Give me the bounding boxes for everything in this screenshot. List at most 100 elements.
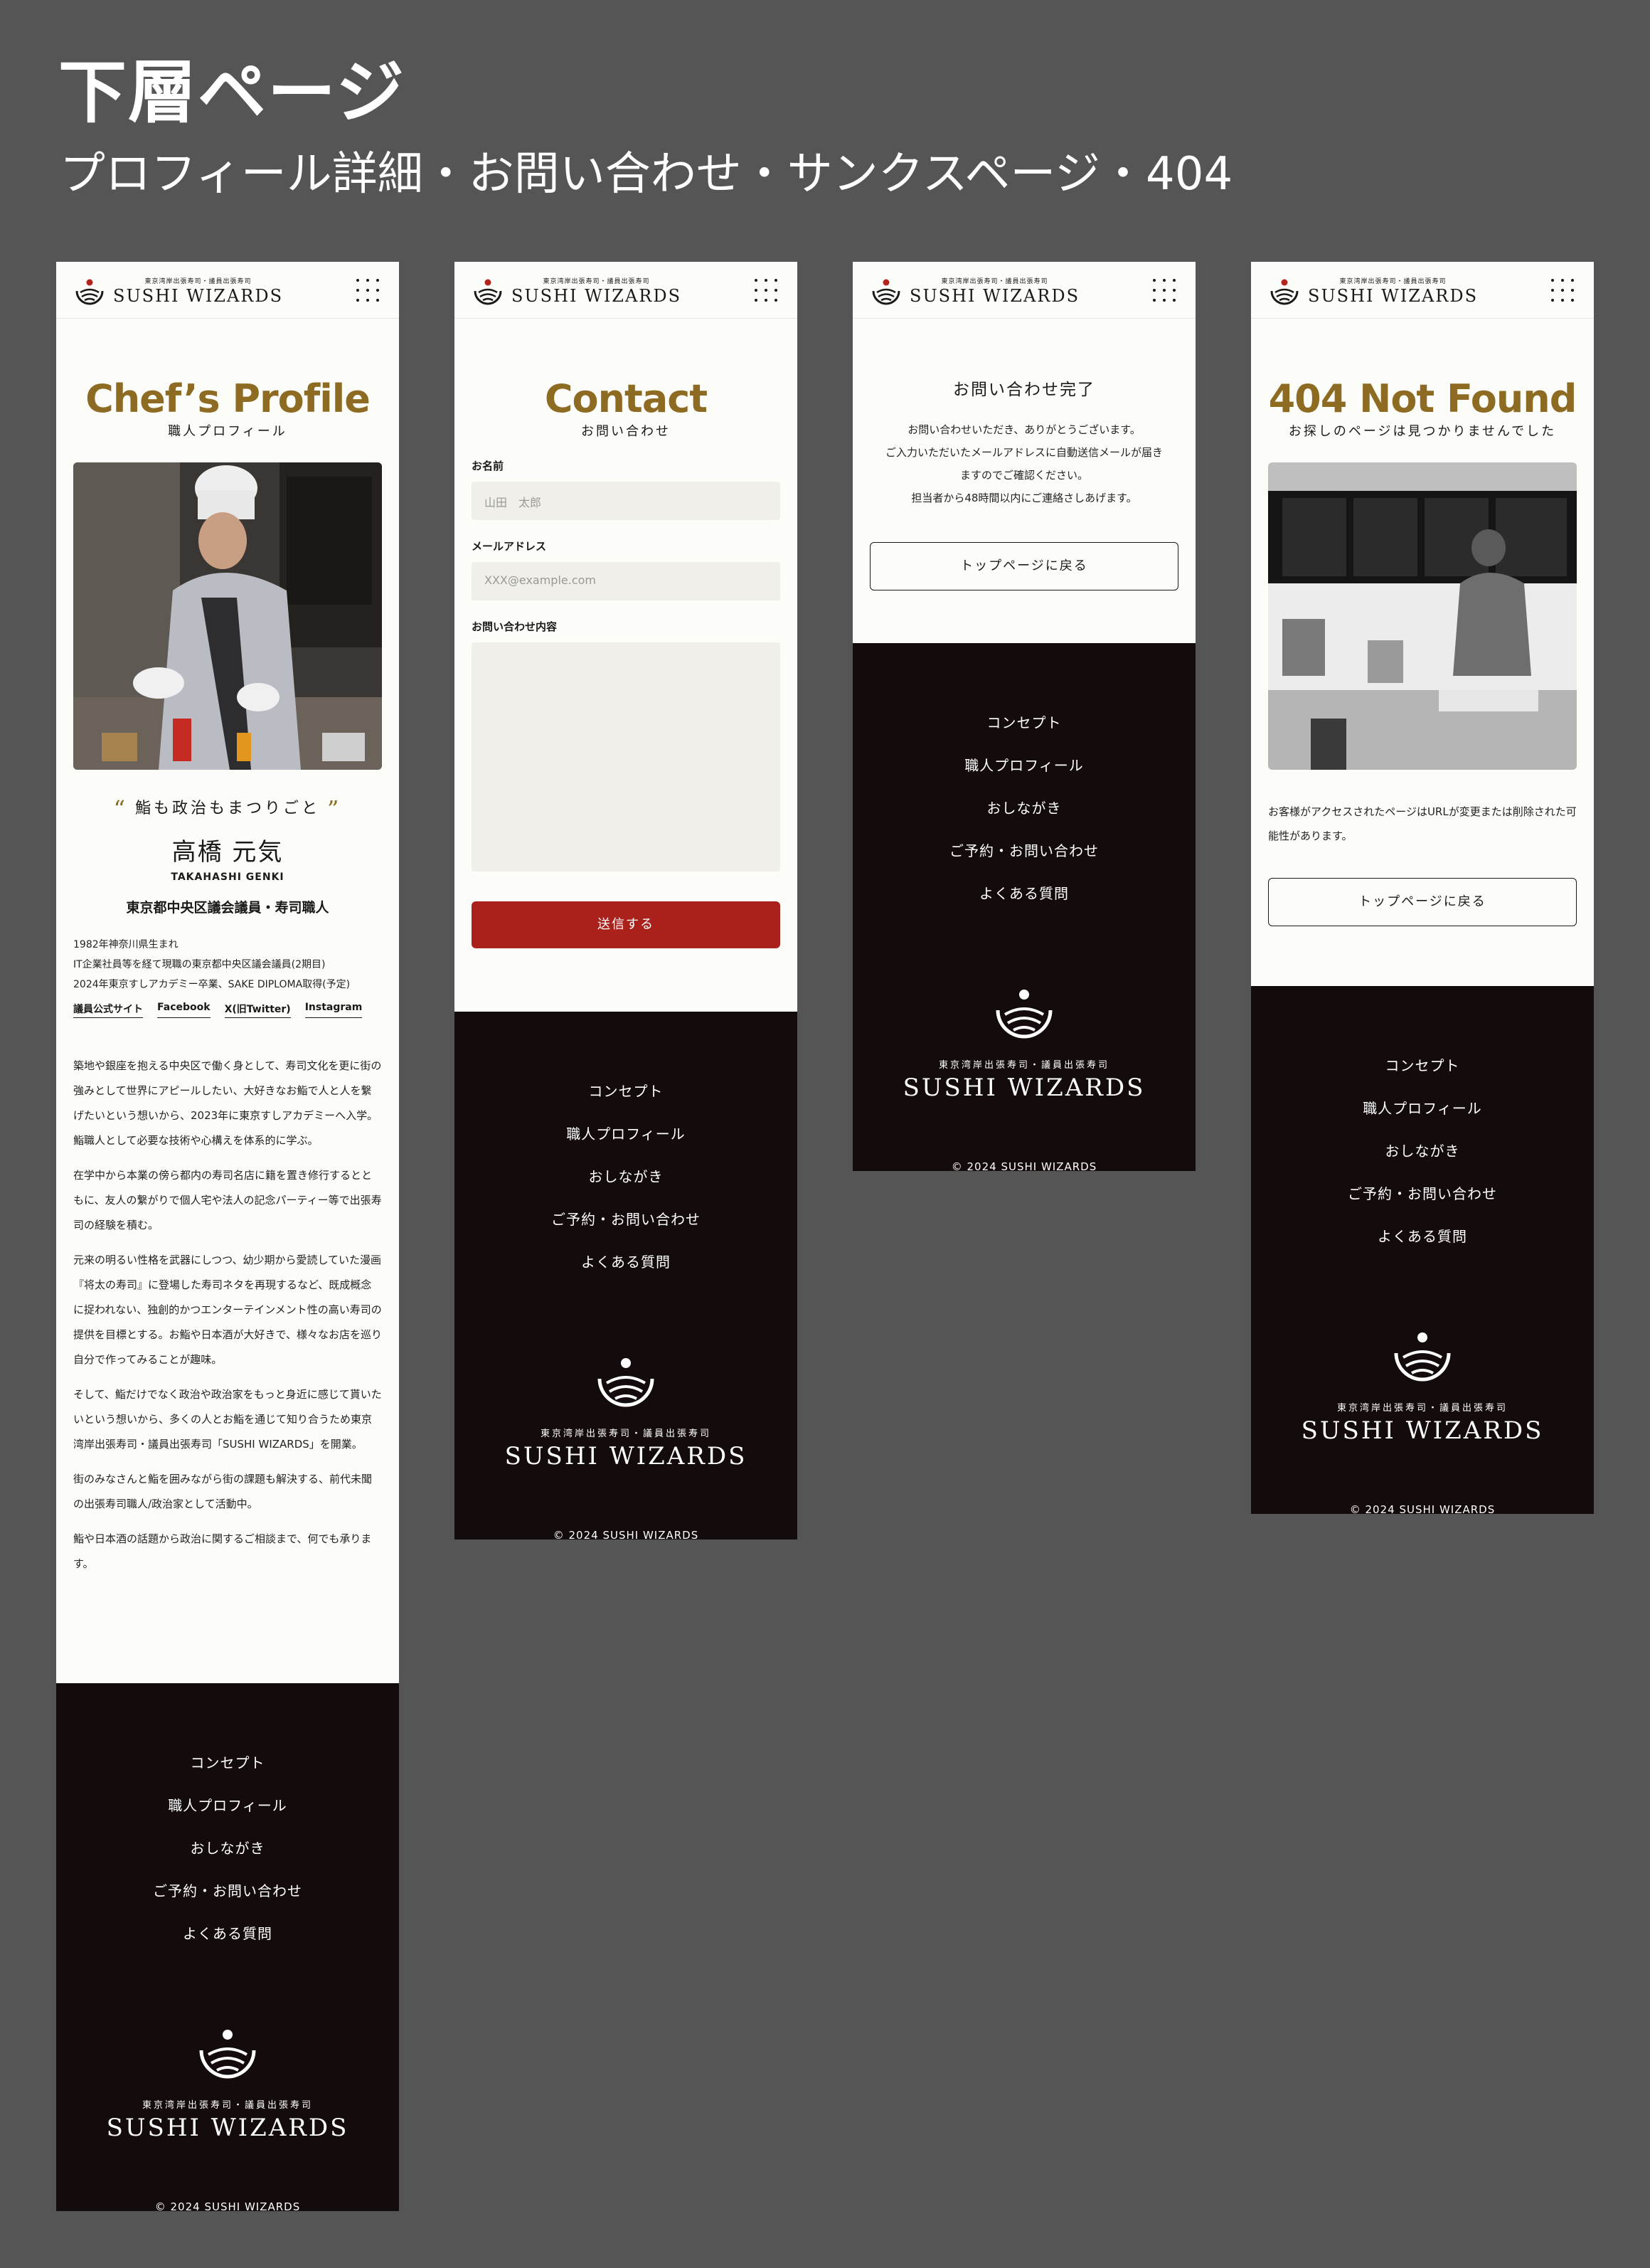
page-subtitle: 職人プロフィール: [168, 424, 287, 439]
thanks-line: お問い合わせいただき、ありがとうございます。: [907, 423, 1141, 436]
profile-paragraph: 在学中から本業の傍ら都内の寿司名店に籍を置き修行するとともに、友人の繋がりで個人…: [73, 1169, 382, 1231]
site-header: 東京湾岸出張寿司・議員出張寿司 SUSHI WIZARDS: [56, 262, 399, 319]
site-logo[interactable]: 東京湾岸出張寿司・議員出張寿司 SUSHI WIZARDS: [870, 276, 1080, 306]
menu-grid-icon[interactable]: [1153, 279, 1176, 302]
page-title: 404 Not Found: [1268, 376, 1577, 421]
footer-wordmark: SUSHI WIZARDS: [903, 1074, 1146, 1102]
logo-wordmark: SUSHI WIZARDS: [910, 286, 1080, 306]
footer-wordmark: SUSHI WIZARDS: [106, 2114, 349, 2142]
logo-tagline: 東京湾岸出張寿司・議員出張寿司: [941, 278, 1048, 285]
footer-nav-concept[interactable]: コンセプト: [454, 1070, 797, 1113]
footer-nav-faq[interactable]: よくある質問: [1251, 1215, 1594, 1258]
footer-nav-contact[interactable]: ご予約・お問い合わせ: [56, 1870, 399, 1912]
back-to-top-button[interactable]: トップページに戻る: [1268, 878, 1577, 926]
link-instagram[interactable]: Instagram: [304, 1002, 363, 1018]
footer-logo[interactable]: 東京湾岸出張寿司・議員出張寿司 SUSHI WIZARDS: [853, 985, 1196, 1102]
profile-paragraph: 街のみなさんと鮨を囲みながら街の課題も解決する、前代未聞の出張寿司職人/政治家と…: [73, 1473, 373, 1510]
copyright: © 2024 SUSHI WIZARDS: [553, 1529, 699, 1540]
site-header: 東京湾岸出張寿司・議員出張寿司 SUSHI WIZARDS: [853, 262, 1196, 319]
chef-name-jp: 高橋 元気: [171, 838, 284, 867]
footer-nav: コンセプト 職人プロフィール おしながき ご予約・お問い合わせ よくある質問: [454, 1012, 797, 1283]
back-to-top-button[interactable]: トップページに戻る: [870, 542, 1178, 590]
wave-logo-icon: [1394, 1332, 1451, 1382]
copyright: © 2024 SUSHI WIZARDS: [1349, 1503, 1496, 1514]
footer-nav-faq[interactable]: よくある質問: [454, 1241, 797, 1283]
footer-nav-menu[interactable]: おしながき: [56, 1827, 399, 1870]
menu-grid-icon[interactable]: [1551, 279, 1574, 302]
quote-open-mark: “: [113, 795, 128, 822]
site-footer: コンセプト 職人プロフィール おしながき ご予約・お問い合わせ よくある質問 東…: [853, 643, 1196, 1171]
logo-wordmark: SUSHI WIZARDS: [113, 286, 284, 306]
profile-paragraph: 元来の明るい性格を武器にしつつ、幼少期から愛読していた漫画『将太の寿司』に登場し…: [73, 1254, 382, 1366]
page-subtitle: お問い合わせ: [581, 424, 671, 439]
site-logo[interactable]: 東京湾岸出張寿司・議員出張寿司 SUSHI WIZARDS: [1268, 276, 1478, 306]
footer-nav-concept[interactable]: コンセプト: [56, 1742, 399, 1784]
thanks-message: お問い合わせいただき、ありがとうございます。 ご入力いただいたメールアドレスに自…: [853, 418, 1196, 509]
footer-nav-faq[interactable]: よくある質問: [853, 872, 1196, 915]
footer-logo[interactable]: 東京湾岸出張寿司・議員出張寿司 SUSHI WIZARDS: [454, 1353, 797, 1471]
quote-text: 鮨も政治もまつりごと: [134, 800, 320, 817]
copyright: © 2024 SUSHI WIZARDS: [154, 2200, 301, 2211]
page-title: Contact: [544, 376, 708, 421]
wave-logo-icon: [75, 279, 104, 305]
contact-page-mock: 東京湾岸出張寿司・議員出張寿司 SUSHI WIZARDS Contact お問…: [454, 262, 797, 1540]
message-textarea[interactable]: [472, 642, 780, 871]
footer-nav-contact[interactable]: ご予約・お問い合わせ: [454, 1198, 797, 1241]
wave-logo-icon: [597, 1358, 654, 1407]
link-x-twitter[interactable]: X(旧Twitter): [224, 1002, 291, 1018]
page-title: Chef’s Profile: [85, 376, 371, 421]
footer-wordmark: SUSHI WIZARDS: [504, 1442, 747, 1471]
message-label: お問い合わせ内容: [472, 620, 558, 633]
thanks-title: お問い合わせ完了: [953, 381, 1095, 399]
link-official-site[interactable]: 議員公式サイト: [73, 1002, 143, 1018]
footer-tagline: 東京湾岸出張寿司・議員出張寿司: [938, 1060, 1109, 1071]
link-facebook[interactable]: Facebook: [157, 1002, 211, 1018]
footer-nav-menu[interactable]: おしながき: [1251, 1130, 1594, 1172]
footer-nav-concept[interactable]: コンセプト: [1251, 1044, 1594, 1087]
site-logo[interactable]: 東京湾岸出張寿司・議員出張寿司 SUSHI WIZARDS: [73, 276, 283, 306]
menu-grid-icon[interactable]: [356, 279, 379, 302]
profile-paragraph: 鮨や日本酒の話題から政治に関するご相談まで、何でも承ります。: [73, 1532, 372, 1570]
name-field[interactable]: 山田 太郎: [472, 482, 780, 520]
bio-line: 1982年神奈川県生まれ: [73, 939, 179, 950]
logo-wordmark: SUSHI WIZARDS: [1308, 286, 1479, 306]
profile-page-mock: 東京湾岸出張寿司・議員出張寿司 SUSHI WIZARDS Chef’s Pro…: [56, 262, 399, 2211]
chef-bio: 1982年神奈川県生まれ IT企業社員等を経て現職の東京都中央区議会議員(2期目…: [73, 935, 382, 995]
wave-logo-icon: [199, 2030, 256, 2079]
footer-nav-menu[interactable]: おしながき: [853, 787, 1196, 830]
footer-nav-faq[interactable]: よくある質問: [56, 1912, 399, 1955]
footer-nav-menu[interactable]: おしながき: [454, 1155, 797, 1198]
site-header: 東京湾岸出張寿司・議員出張寿司 SUSHI WIZARDS: [1251, 262, 1594, 319]
presentation-title: 下層ページ: [58, 53, 406, 132]
menu-grid-icon[interactable]: [755, 279, 777, 302]
footer-nav-contact[interactable]: ご予約・お問い合わせ: [1251, 1172, 1594, 1215]
wave-logo-icon: [474, 279, 502, 305]
footer-logo[interactable]: 東京湾岸出張寿司・議員出張寿司 SUSHI WIZARDS: [1251, 1328, 1594, 1445]
footer-nav-profile[interactable]: 職人プロフィール: [454, 1113, 797, 1155]
submit-button[interactable]: 送信する: [472, 901, 780, 948]
footer-nav: コンセプト 職人プロフィール おしながき ご予約・お問い合わせ よくある質問: [56, 1683, 399, 1955]
footer-logo[interactable]: 東京湾岸出張寿司・議員出張寿司 SUSHI WIZARDS: [56, 2025, 399, 2142]
logo-tagline: 東京湾岸出張寿司・議員出張寿司: [1339, 278, 1447, 285]
profile-paragraph: 築地や銀座を抱える中央区で働く身として、寿司文化を更に街の強みとして世界にアピー…: [73, 1059, 382, 1147]
bio-line: 2024年東京すしアカデミー卒業、SAKE DIPLOMA取得(予定): [73, 979, 351, 990]
copyright: © 2024 SUSHI WIZARDS: [951, 1160, 1097, 1171]
name-label: お名前: [472, 460, 504, 472]
site-header: 東京湾岸出張寿司・議員出張寿司 SUSHI WIZARDS: [454, 262, 797, 319]
footer-nav: コンセプト 職人プロフィール おしながき ご予約・お問い合わせ よくある質問: [853, 643, 1196, 915]
presentation-subtitle: プロフィール詳細・お問い合わせ・サンクスページ・404: [60, 148, 1233, 201]
footer-tagline: 東京湾岸出張寿司・議員出張寿司: [1336, 1403, 1508, 1414]
site-footer: コンセプト 職人プロフィール おしながき ご予約・お問い合わせ よくある質問 東…: [454, 1012, 797, 1540]
footer-nav-profile[interactable]: 職人プロフィール: [1251, 1087, 1594, 1130]
footer-nav-profile[interactable]: 職人プロフィール: [853, 744, 1196, 787]
site-logo[interactable]: 東京湾岸出張寿司・議員出張寿司 SUSHI WIZARDS: [472, 276, 681, 306]
thanks-line: ご入力いただいたメールアドレスに自動送信メールが届き: [885, 446, 1163, 459]
footer-nav-concept[interactable]: コンセプト: [853, 701, 1196, 744]
site-footer: コンセプト 職人プロフィール おしながき ご予約・お問い合わせ よくある質問 東…: [56, 1683, 399, 2211]
footer-tagline: 東京湾岸出張寿司・議員出張寿司: [142, 2100, 313, 2111]
profile-paragraph: そして、鮨だけでなく政治や政治家をもっと身近に感じて貰いたいという想いから、多く…: [73, 1388, 382, 1451]
footer-nav-contact[interactable]: ご予約・お問い合わせ: [853, 830, 1196, 872]
footer-nav-profile[interactable]: 職人プロフィール: [56, 1784, 399, 1827]
thanks-line: ますのでご確認ください。: [959, 469, 1088, 482]
email-field[interactable]: XXX@example.com: [472, 562, 780, 600]
